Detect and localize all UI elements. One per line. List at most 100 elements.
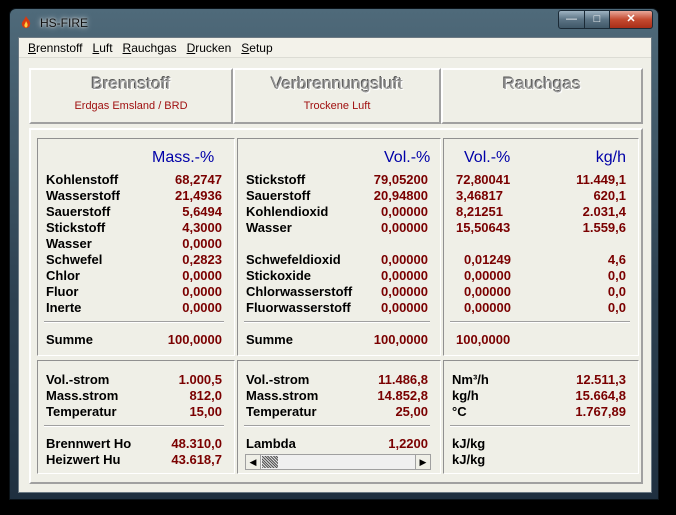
heat-unit-label: kJ/kg (452, 452, 486, 467)
prop-value: 14.852,8 (377, 388, 428, 403)
component-label: Fluor (46, 284, 79, 299)
component-value: 0,0000 (182, 268, 222, 283)
summe-value: 100,0000 (373, 332, 428, 347)
flue-kg-value: 2.031,4 (582, 204, 626, 219)
flue-vol-value: 0,00000 (464, 268, 511, 283)
flue-kg-value: 11.449,1 (576, 172, 626, 187)
menu-rauchgas[interactable]: Rauchgas (120, 38, 184, 57)
header-title: Verbrennungsluft (271, 74, 403, 93)
divider (244, 425, 430, 427)
prop-value: 11.486,8 (378, 372, 428, 387)
flue-vol-value: 0,00000 (464, 284, 511, 299)
flue-kg-value: 4,6 (607, 252, 626, 267)
lambda-value: 1,2200 (388, 436, 428, 451)
component-value: 0,0000 (182, 300, 222, 315)
prop-value: 15,00 (189, 404, 222, 419)
flue-vol-value: 15,50643 (456, 220, 511, 235)
component-label: Kohlendioxid (246, 204, 329, 219)
prop-value: 25,00 (395, 404, 428, 419)
component-label: Wasser (246, 220, 292, 235)
component-label: Stickstoff (46, 220, 106, 235)
header-luft[interactable]: Verbrennungsluft Trockene Luft (233, 68, 441, 124)
component-label: Fluorwasserstoff (246, 300, 351, 315)
prop-label: Mass.strom (46, 388, 119, 403)
unit-mass-percent: Mass.-% (152, 149, 215, 166)
divider (44, 321, 224, 323)
component-label: Chlorwasserstoff (246, 284, 353, 299)
heat-label: Heizwert Hu (46, 452, 121, 467)
menu-brennstoff[interactable]: Brennstoff (25, 38, 90, 57)
prop-label: Temperatur (46, 404, 117, 419)
scroll-left-button[interactable]: ◀ (246, 455, 261, 469)
component-value: 0,2823 (182, 252, 222, 267)
component-label: Wasserstoff (46, 188, 120, 203)
heat-unit-label: kJ/kg (452, 436, 486, 451)
prop-value: 1.767,89 (575, 404, 626, 419)
component-value: 0,0000 (182, 284, 222, 299)
component-label: Chlor (46, 268, 80, 283)
close-button[interactable]: ✕ (609, 10, 653, 29)
header-title: Brennstoff (91, 74, 171, 93)
component-value: 0,00000 (381, 284, 428, 299)
header-brennstoff[interactable]: Brennstoff Erdgas Emsland / BRD (29, 68, 233, 124)
prop-value: 1.000,5 (178, 372, 222, 387)
prop-value: 12.511,3 (576, 372, 626, 387)
summe-value: 100,0000 (167, 332, 222, 347)
flue-vol-value: 3,46817 (456, 188, 503, 203)
unit-vol-percent: Vol.-% (384, 149, 431, 166)
component-label: Schwefel (46, 252, 103, 267)
luft-props-box: Vol.-strom 11.486,8 Mass.strom 14.852,8 … (237, 360, 441, 474)
component-label: Kohlenstoff (46, 172, 119, 187)
header-subtitle: Erdgas Emsland / BRD (74, 100, 188, 112)
rauchgas-composition-box: Vol.-% kg/h 72,80041 11.449,1 3,46817 62… (443, 138, 639, 356)
client-area: Brennstoff Luft Rauchgas Drucken Setup B… (18, 37, 652, 493)
flue-kg-value: 0,0 (607, 268, 626, 283)
flame-icon (21, 16, 31, 28)
flue-kg-value: 620,1 (593, 188, 626, 203)
minimize-button[interactable]: — (558, 10, 585, 29)
component-value: 5,6494 (182, 204, 222, 219)
title-bar[interactable]: HS-FIRE — □ ✕ (10, 9, 658, 37)
lambda-scrollbar[interactable]: ◀ ▶ (245, 454, 431, 470)
brennstoff-composition-box: Mass.-% Kohlenstoff 68,2747 Wasserstoff … (37, 138, 235, 356)
component-value: 0,00000 (381, 300, 428, 315)
flue-vol-value: 0,00000 (464, 300, 511, 315)
maximize-button[interactable]: □ (584, 10, 610, 29)
app-window: HS-FIRE — □ ✕ Brennstoff Luft Rauchgas D… (9, 8, 659, 500)
prop-label: Vol.-strom (46, 372, 110, 387)
window-title: HS-FIRE (40, 16, 88, 30)
component-label: Sauerstoff (246, 188, 311, 203)
menu-bar: Brennstoff Luft Rauchgas Drucken Setup (19, 38, 651, 58)
summe-value: 100,0000 (456, 332, 511, 347)
header-subtitle: Trockene Luft (303, 100, 371, 112)
scroll-thumb[interactable] (262, 456, 278, 468)
flue-vol-value: 0,01249 (464, 252, 511, 267)
menu-luft[interactable]: Luft (90, 38, 120, 57)
divider (244, 321, 430, 323)
prop-label: Mass.strom (246, 388, 319, 403)
component-value: 4,3000 (182, 220, 222, 235)
unit-kg-per-hour: kg/h (595, 149, 626, 166)
divider (450, 425, 630, 427)
header-rauchgas[interactable]: Rauchgas (441, 68, 643, 124)
component-value: 0,00000 (381, 268, 428, 283)
heat-value: 48.310,0 (171, 436, 222, 451)
component-label: Wasser (46, 236, 92, 251)
heat-label: Brennwert Ho (46, 436, 132, 451)
scroll-right-button[interactable]: ▶ (415, 455, 430, 469)
menu-drucken[interactable]: Drucken (184, 38, 239, 57)
lambda-label: Lambda (246, 436, 296, 451)
prop-label: Nm³/h (452, 372, 489, 387)
component-value: 21,4936 (175, 188, 222, 203)
flue-vol-value: 8,21251 (456, 204, 503, 219)
prop-label: kg/h (452, 388, 479, 403)
summe-label: Summe (46, 332, 93, 347)
component-value: 68,2747 (175, 172, 222, 187)
menu-setup[interactable]: Setup (238, 38, 279, 57)
component-value: 20,94800 (373, 188, 428, 203)
component-value: 0,00000 (381, 252, 428, 267)
component-label: Schwefeldioxid (246, 252, 341, 267)
flue-vol-value: 72,80041 (456, 172, 511, 187)
component-label: Stickoxide (246, 268, 312, 283)
prop-value: 15.664,8 (575, 388, 626, 403)
